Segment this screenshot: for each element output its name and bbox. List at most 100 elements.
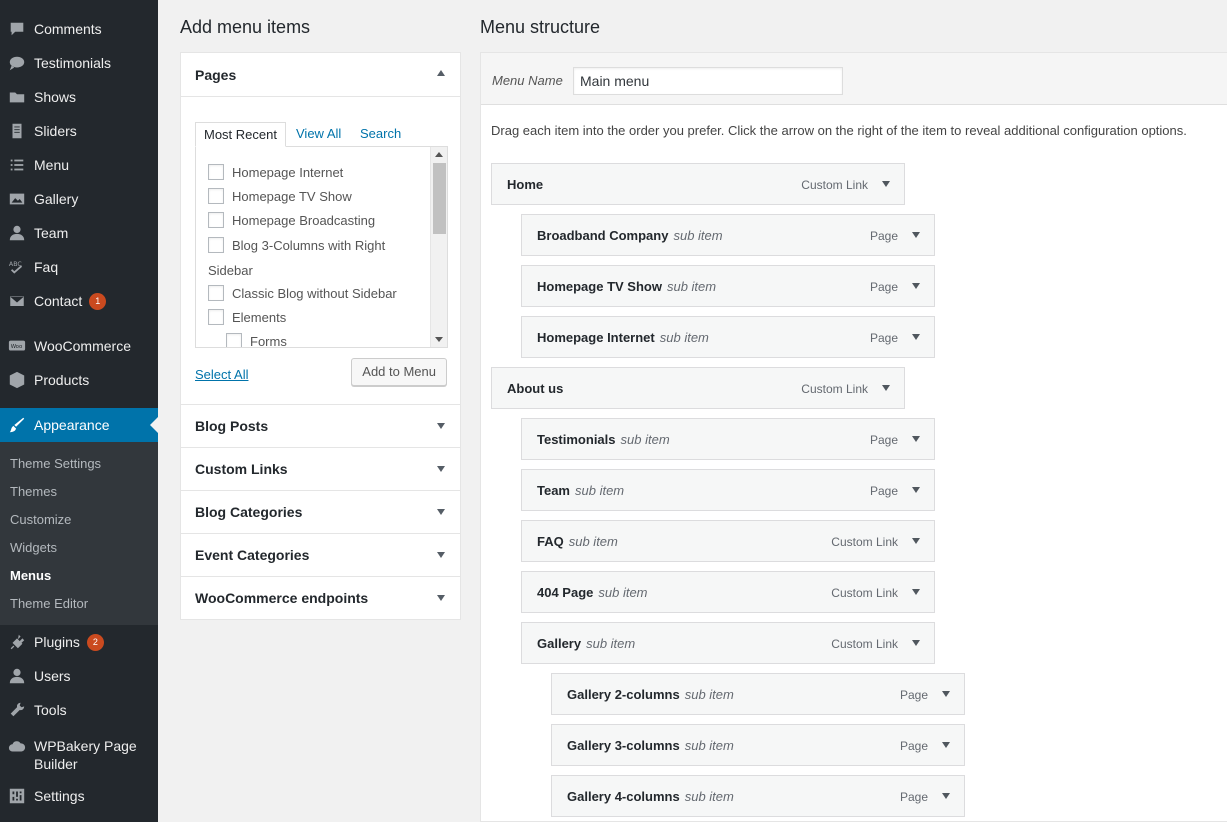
checkbox[interactable] (208, 285, 224, 301)
checkbox[interactable] (226, 333, 242, 347)
page-checkbox-item[interactable]: Blog 3-Columns with Right (208, 237, 385, 253)
tab-most-recent[interactable]: Most Recent (195, 122, 286, 147)
checkbox[interactable] (208, 164, 224, 180)
menu-item[interactable]: Homepage TV Show sub item Page (521, 265, 935, 307)
expand-arrow-icon[interactable] (878, 379, 894, 397)
accordion-pages-header[interactable]: Pages (181, 53, 460, 96)
checkbox[interactable] (208, 188, 224, 204)
expand-arrow-icon[interactable] (908, 226, 924, 244)
expand-arrow-icon[interactable] (938, 685, 954, 703)
sidebar-item-label: Tools (34, 702, 67, 718)
scroll-down-arrow-icon[interactable] (435, 337, 443, 342)
expand-arrow-icon[interactable] (908, 532, 924, 550)
menu-item[interactable]: Team sub item Page (521, 469, 935, 511)
page-checkbox-item[interactable]: Homepage TV Show (208, 188, 352, 204)
menu-item[interactable]: About us Custom Link (491, 367, 905, 409)
sidebar-item-shows[interactable]: Shows (0, 80, 158, 114)
menu-item[interactable]: Home Custom Link (491, 163, 905, 205)
expand-arrow-icon[interactable] (437, 595, 445, 601)
submenu-item-theme-settings[interactable]: Theme Settings (10, 456, 101, 471)
expand-arrow-icon[interactable] (878, 175, 894, 193)
menu-item[interactable]: Gallery 3-columns sub item Page (551, 724, 965, 766)
submenu-item-menus[interactable]: Menus (10, 568, 51, 583)
accordion-custom-links-header[interactable]: Custom Links (181, 447, 460, 490)
checklist-scrollbar[interactable] (430, 147, 447, 347)
sidebar-item-appearance[interactable]: Appearance (0, 408, 158, 442)
menu-item-title: Homepage TV Show (537, 279, 662, 294)
sidebar-item-team[interactable]: Team (0, 216, 158, 250)
expand-arrow-icon[interactable] (908, 328, 924, 346)
expand-arrow-icon[interactable] (938, 787, 954, 805)
sidebar-item-woocommerce[interactable]: Woo WooCommerce (0, 329, 158, 363)
tab-search[interactable]: Search (360, 122, 401, 147)
sidebar-item-wpbakery[interactable]: WPBakery Page Builder (0, 735, 158, 775)
menu-item-title-group: Homepage Internet sub item (537, 330, 709, 345)
sidebar-item-contact[interactable]: Contact 1 (0, 284, 158, 318)
sub-item-label: sub item (684, 789, 734, 804)
menu-item-title-group: Broadband Company sub item (537, 228, 723, 243)
menu-item-type: Page (899, 688, 928, 702)
collapse-arrow-icon[interactable] (437, 70, 445, 76)
submenu-item-theme-editor[interactable]: Theme Editor (10, 596, 88, 611)
sidebar-item-settings[interactable]: Settings (0, 779, 158, 813)
tab-view-all[interactable]: View All (296, 122, 341, 147)
menu-item[interactable]: Broadband Company sub item Page (521, 214, 935, 256)
expand-arrow-icon[interactable] (908, 481, 924, 499)
select-all-link[interactable]: Select All (195, 367, 248, 382)
sidebar-item-comments[interactable]: Comments (0, 12, 158, 46)
checkbox[interactable] (208, 212, 224, 228)
menu-item[interactable]: FAQ sub item Custom Link (521, 520, 935, 562)
page-checkbox-item[interactable]: Elements (208, 309, 286, 325)
sidebar-item-gallery[interactable]: Gallery (0, 182, 158, 216)
accordion-blog-posts-header[interactable]: Blog Posts (181, 404, 460, 447)
menu-item-title: Homepage Internet (537, 330, 655, 345)
menu-item[interactable]: 404 Page sub item Custom Link (521, 571, 935, 613)
menu-item[interactable]: Gallery sub item Custom Link (521, 622, 935, 664)
sidebar-item-label: Users (34, 668, 71, 684)
submenu-item-customize[interactable]: Customize (10, 512, 71, 527)
expand-arrow-icon[interactable] (908, 583, 924, 601)
menu-item-title-group: Gallery sub item (537, 636, 635, 651)
sidebar-item-products[interactable]: Products (0, 363, 158, 397)
expand-arrow-icon[interactable] (908, 430, 924, 448)
expand-arrow-icon[interactable] (908, 277, 924, 295)
page-checkbox-item[interactable]: Homepage Internet (208, 164, 343, 180)
expand-arrow-icon[interactable] (437, 509, 445, 515)
sidebar-item-plugins[interactable]: Plugins 2 (0, 625, 158, 659)
accordion-woocommerce-endpoints-header[interactable]: WooCommerce endpoints (181, 576, 460, 619)
accordion-blog-categories-header[interactable]: Blog Categories (181, 490, 460, 533)
menu-item[interactable]: Homepage Internet sub item Page (521, 316, 935, 358)
menu-item[interactable]: Gallery 4-columns sub item Page (551, 775, 965, 817)
sidebar-item-testimonials[interactable]: Testimonials (0, 46, 158, 80)
scroll-thumb[interactable] (433, 163, 446, 234)
expand-arrow-icon[interactable] (938, 736, 954, 754)
sidebar-item-tools[interactable]: Tools (0, 693, 158, 727)
add-to-menu-button[interactable]: Add to Menu (351, 358, 447, 386)
sidebar-item-label: Gallery (34, 191, 79, 207)
submenu-item-widgets[interactable]: Widgets (10, 540, 57, 555)
menu-name-input[interactable] (573, 67, 843, 95)
sidebar-item-label: Faq (34, 259, 59, 275)
pages-tabs: Most Recent View All Search (195, 122, 448, 147)
menu-item[interactable]: Gallery 2-columns sub item Page (551, 673, 965, 715)
expand-arrow-icon[interactable] (908, 634, 924, 652)
scroll-up-arrow-icon[interactable] (435, 152, 443, 157)
sidebar-item-users[interactable]: Users (0, 659, 158, 693)
sidebar-item-faq[interactable]: ABC Faq (0, 250, 158, 284)
expand-arrow-icon[interactable] (437, 552, 445, 558)
submenu-item-themes[interactable]: Themes (10, 484, 57, 499)
checkbox[interactable] (208, 237, 224, 253)
page-checkbox-item[interactable]: Homepage Broadcasting (208, 212, 375, 228)
expand-arrow-icon[interactable] (437, 423, 445, 429)
page-checkbox-item[interactable]: Classic Blog without Sidebar (208, 285, 397, 301)
expand-arrow-icon[interactable] (437, 466, 445, 472)
appearance-submenu: Theme Settings Themes Customize Widgets … (0, 442, 158, 625)
menu-item[interactable]: Testimonials sub item Page (521, 418, 935, 460)
sidebar-item-menu[interactable]: Menu (0, 148, 158, 182)
sub-item-label: sub item (684, 687, 734, 702)
accordion-event-categories-header[interactable]: Event Categories (181, 533, 460, 576)
sidebar-item-sliders[interactable]: Sliders (0, 114, 158, 148)
checkbox[interactable] (208, 309, 224, 325)
page-checkbox-item[interactable]: Forms (226, 333, 287, 347)
cloud-icon (0, 737, 34, 756)
